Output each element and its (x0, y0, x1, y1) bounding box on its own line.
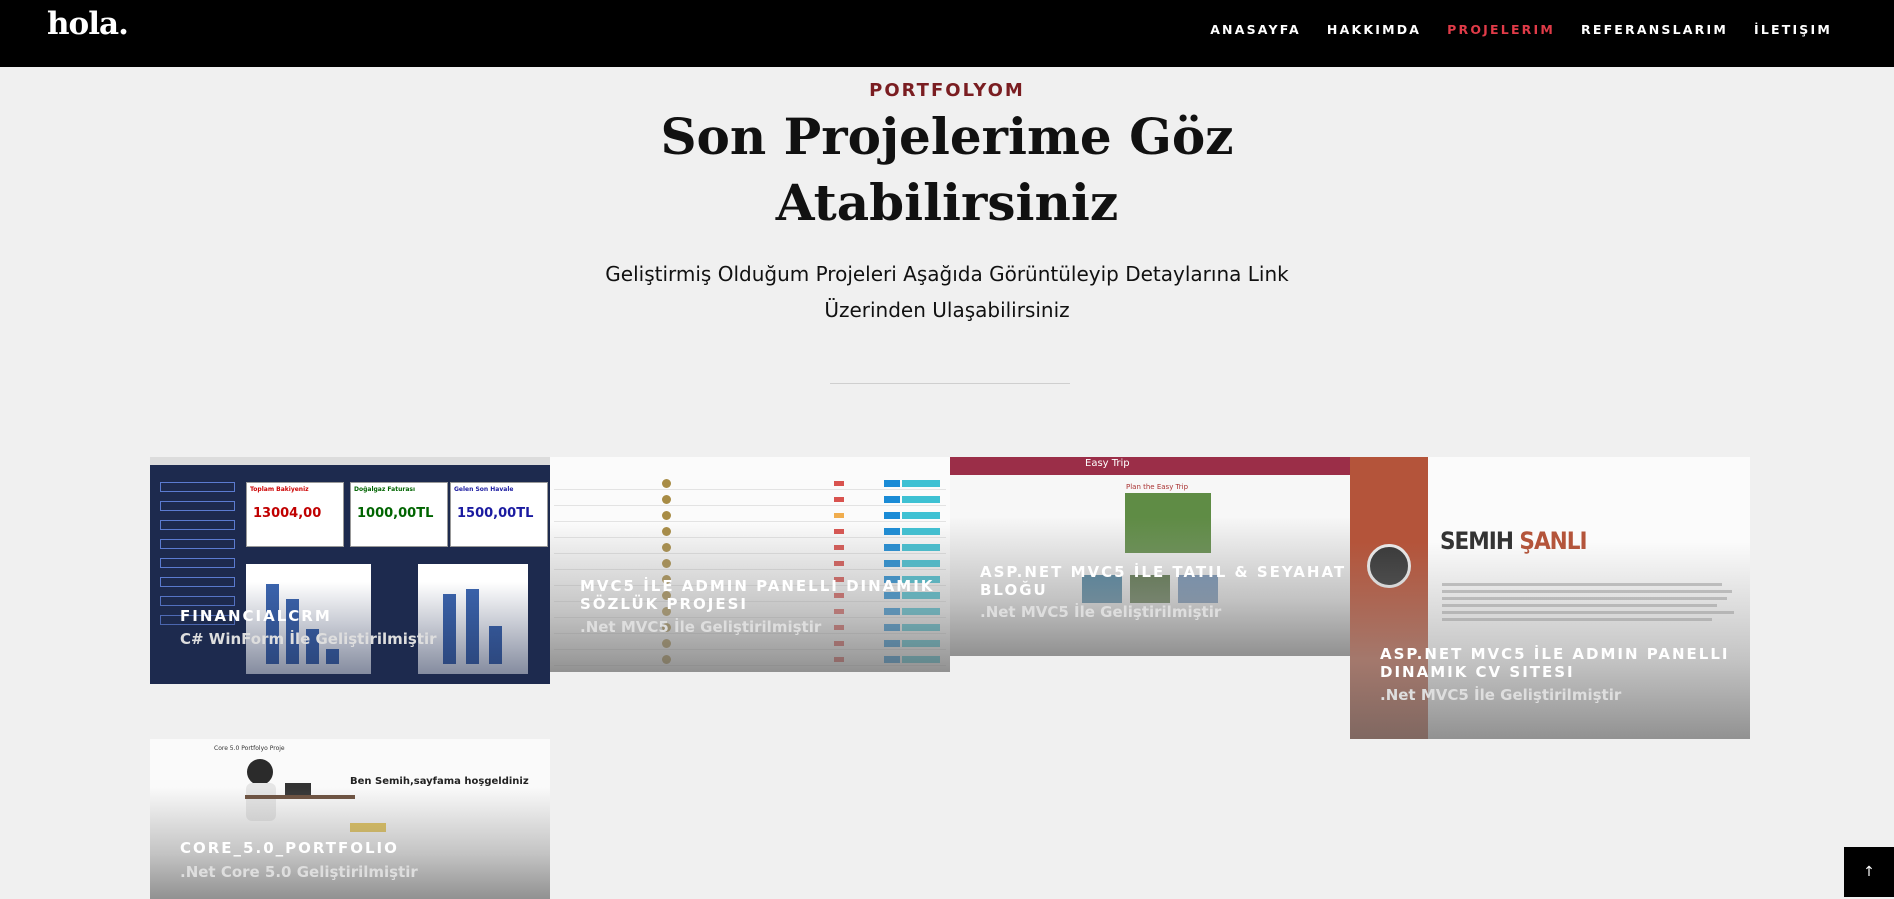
thumb-transfer-card: Gelen Son Havale 1500,00TL (450, 482, 548, 547)
project-title-line1: MVC5 İLE ADMIN PANELLI DINAMIK (580, 577, 935, 595)
main-nav: ANASAYFA HAKKIMDA PROJELERIM REFERANSLAR… (1210, 22, 1832, 37)
project-title-line2: BLOĞU (980, 581, 1048, 599)
section-subtitle-line1: Geliştirmiş Olduğum Projeleri Aşağıda Gö… (605, 262, 1289, 286)
section-title-line2: Atabilirsiniz (775, 173, 1119, 232)
project-title-line1: ASP.NET MVC5 İLE TATIL & SEYAHAT (980, 563, 1347, 581)
section-subtitle-line2: Üzerinden Ulaşabilirsiniz (824, 298, 1070, 322)
thumb-balance-card: Toplam Bakiyeniz 13004,00 (246, 482, 344, 547)
project-title-line2: DINAMIK CV SITESI (1380, 663, 1575, 681)
thumb-illustration (247, 759, 273, 785)
project-title: ASP.NET MVC5 İLE TATIL & SEYAHAT BLOĞU (980, 563, 1346, 599)
thumb-header: Easy Trip (950, 457, 1350, 475)
project-subtitle: .Net MVC5 İle Geliştirilmiştir (580, 618, 822, 636)
nav-hakkimda[interactable]: HAKKIMDA (1327, 22, 1421, 37)
nav-referanslarim[interactable]: REFERANSLARIM (1581, 22, 1728, 37)
thumb-titlebar (150, 457, 550, 465)
arrow-up-icon: ↑ (1863, 864, 1875, 880)
thumb-card-value: 1500,00TL (457, 506, 534, 521)
back-to-top-button[interactable]: ↑ (1844, 847, 1894, 897)
project-card-core-portfolio[interactable]: Core 5.0 Portfolyo Proje Ben Semih,sayfa… (150, 739, 550, 899)
thumb-header-text: Core 5.0 Portfolyo Proje (214, 745, 285, 752)
section-divider (830, 383, 1070, 384)
thumb-card-label: Doğalgaz Faturası (354, 486, 415, 493)
project-card-easytrip[interactable]: Easy Trip Plan the Easy Trip ASP.NET MVC… (950, 457, 1350, 656)
card-overlay (1350, 541, 1750, 739)
project-title-line1: ASP.NET MVC5 İLE ADMIN PANELLI (1380, 645, 1730, 663)
project-subtitle: C# WinForm İle Geliştirilmiştir (180, 630, 437, 648)
site-logo[interactable]: hola. (47, 6, 129, 42)
project-card-cv-site[interactable]: SEMIH ŞANLI ASP.NET MVC5 İLE ADMIN PANEL… (1350, 457, 1750, 739)
project-title: ASP.NET MVC5 İLE ADMIN PANELLI DINAMIK C… (1380, 645, 1729, 681)
project-card-financialcrm[interactable]: Toplam Bakiyeniz 13004,00 Doğalgaz Fatur… (150, 457, 550, 684)
thumb-gas-card: Doğalgaz Faturası 1000,00TL (350, 482, 448, 547)
project-subtitle: .Net MVC5 İle Geliştirilmiştir (980, 603, 1222, 621)
top-navbar: hola. ANASAYFA HAKKIMDA PROJELERIM REFER… (0, 0, 1894, 67)
section-eyebrow: PORTFOLYOM (869, 80, 1025, 101)
thumb-card-value: 13004,00 (253, 506, 322, 521)
section-title: Son Projelerime Göz Atabilirsiniz (597, 104, 1297, 236)
thumb-hero-text: Plan the Easy Trip (1126, 483, 1189, 491)
project-title: CORE_5.0_PORTFOLIO (180, 839, 399, 857)
thumb-header-text: Easy Trip (1085, 458, 1130, 469)
section-title-line1: Son Projelerime Göz (660, 107, 1234, 166)
project-title-line2: SÖZLÜK PROJESI (580, 595, 748, 613)
project-title: FINANCIALCRM (180, 607, 332, 625)
thumb-hello-text: Ben Semih,sayfama hoşgeldiniz (350, 776, 529, 787)
thumb-card-label: Gelen Son Havale (454, 486, 514, 493)
section-subtitle: Geliştirmiş Olduğum Projeleri Aşağıda Gö… (577, 256, 1317, 328)
project-subtitle: .Net Core 5.0 Geliştirilmiştir (180, 863, 418, 881)
nav-iletisim[interactable]: İLETIŞIM (1754, 22, 1832, 37)
nav-anasayfa[interactable]: ANASAYFA (1210, 22, 1301, 37)
project-subtitle: .Net MVC5 İle Geliştirilmiştir (1380, 686, 1622, 704)
thumb-card-label: Toplam Bakiyeniz (250, 486, 309, 493)
project-card-sozluk[interactable]: MVC5 İLE ADMIN PANELLI DINAMIK SÖZLÜK PR… (550, 457, 950, 672)
nav-projelerim[interactable]: PROJELERIM (1447, 22, 1555, 37)
project-title: MVC5 İLE ADMIN PANELLI DINAMIK SÖZLÜK PR… (580, 577, 934, 613)
thumb-card-value: 1000,00TL (357, 506, 434, 521)
